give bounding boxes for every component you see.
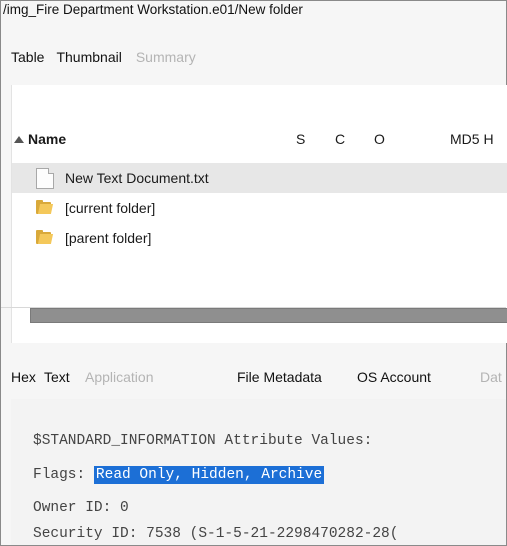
file-list: Name S C O MD5 H New Text Document.txt [… xyxy=(11,85,507,343)
tab-os-account[interactable]: OS Account xyxy=(357,369,431,385)
flags-value[interactable]: Read Only, Hidden, Archive xyxy=(93,466,325,484)
viewer-frame: /img_Fire Department Workstation.e01/New… xyxy=(0,0,507,546)
tab-hex[interactable]: Hex xyxy=(11,369,36,385)
tab-file-metadata[interactable]: File Metadata xyxy=(237,369,322,385)
file-name: New Text Document.txt xyxy=(65,170,209,186)
column-o-header[interactable]: O xyxy=(374,131,385,147)
horizontal-scrollbar[interactable] xyxy=(30,308,507,323)
table-row[interactable]: [parent folder] xyxy=(12,223,507,253)
owner-id: Owner ID: 0 xyxy=(33,500,129,516)
tab-summary: Summary xyxy=(135,49,196,65)
table-row[interactable]: [current folder] xyxy=(12,193,507,223)
flags-line: Flags: Read Only, Hidden, Archive xyxy=(33,466,325,484)
file-name: [parent folder] xyxy=(65,230,152,246)
folder-icon xyxy=(36,230,54,244)
path-breadcrumb: /img_Fire Department Workstation.e01/New… xyxy=(3,2,303,17)
security-id: Security ID: 7538 (S-1-5-21-2298470282-2… xyxy=(33,526,399,542)
sort-ascending-icon xyxy=(14,136,24,143)
column-name-header[interactable]: Name xyxy=(14,131,66,147)
table-row[interactable]: New Text Document.txt xyxy=(12,163,507,193)
tab-thumbnail[interactable]: Thumbnail xyxy=(56,49,121,65)
tab-table[interactable]: Table xyxy=(11,49,44,65)
folder-icon xyxy=(36,200,54,214)
table-header: Name S C O MD5 H xyxy=(12,123,507,153)
column-s-header[interactable]: S xyxy=(296,131,305,147)
file-name: [current folder] xyxy=(65,200,156,216)
column-c-header[interactable]: C xyxy=(335,131,345,147)
metadata-heading: $STANDARD_INFORMATION Attribute Values: xyxy=(33,433,373,449)
column-md5-header[interactable]: MD5 H xyxy=(450,131,494,147)
file-metadata-panel: $STANDARD_INFORMATION Attribute Values: … xyxy=(11,399,506,545)
tab-text[interactable]: Text xyxy=(44,369,70,385)
text-file-icon xyxy=(36,168,54,189)
flags-label: Flags: xyxy=(33,467,86,483)
tab-application: Application xyxy=(85,369,154,385)
tab-data-artifacts: Dat xyxy=(480,369,502,385)
result-tabs: Table Thumbnail Summary xyxy=(11,49,196,65)
